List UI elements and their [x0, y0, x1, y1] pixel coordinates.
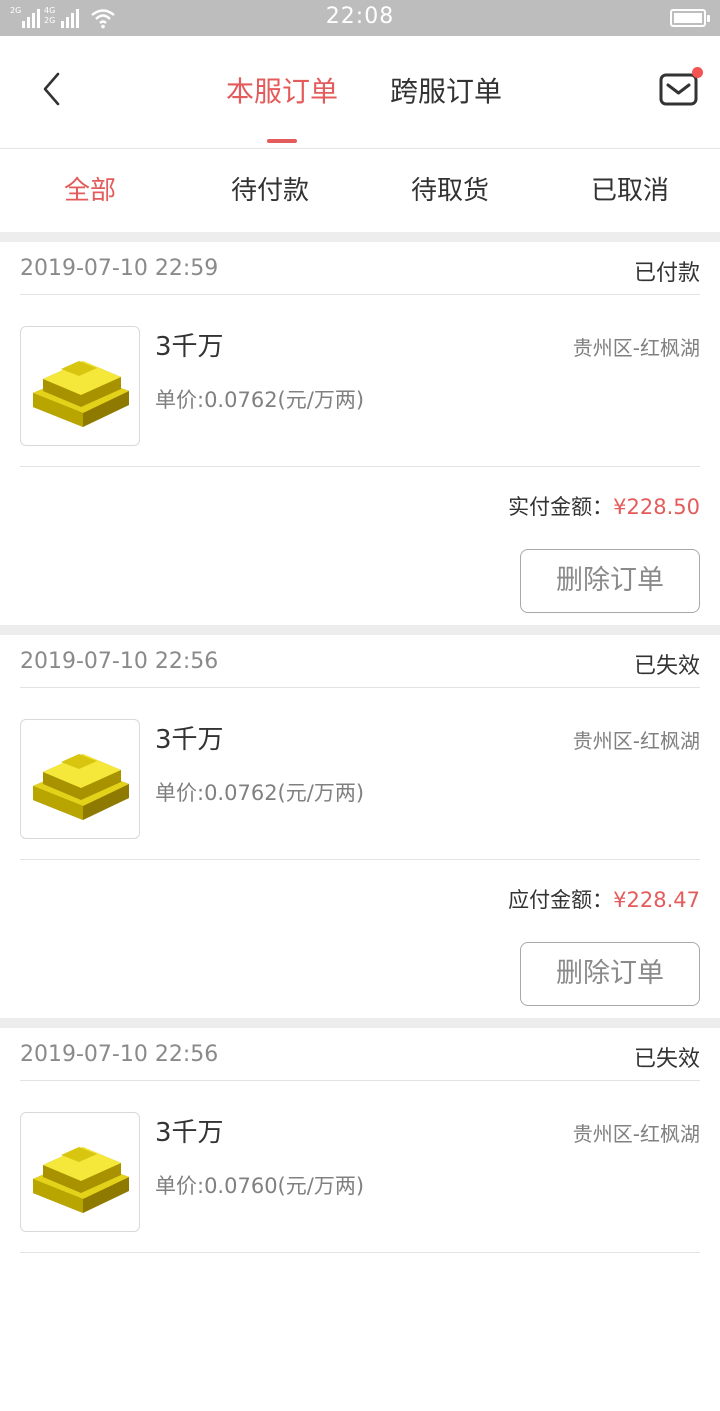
unit-price: 单价:0.0762(元/万两) [155, 388, 365, 412]
product-row[interactable]: 3千万 单价:0.0762(元/万两) 贵州区-红枫湖 [20, 296, 700, 467]
filter-cancelled[interactable]: 已取消 [540, 150, 720, 232]
mail-icon [659, 73, 698, 106]
product-image [20, 719, 140, 839]
gold-bars-icon [33, 754, 129, 820]
amount-label: 应付金额： [508, 888, 614, 912]
unit-price: 单价:0.0762(元/万两) [155, 781, 365, 805]
order-card: 2019-07-10 22:59 已付款 3千万 单价:0.0762(元/万两)… [0, 232, 720, 625]
filter-all[interactable]: 全部 [0, 150, 180, 232]
product-name: 3千万 [155, 332, 224, 362]
order-status: 已付款 [633, 261, 700, 286]
order-list: 2019-07-10 22:59 已付款 3千万 单价:0.0762(元/万两)… [0, 232, 720, 1411]
product-image [20, 1112, 140, 1232]
order-card: 2019-07-10 22:56 已失效 3千万 单价:0.0760(元/万两)… [0, 1018, 720, 1411]
server-name: 贵州区-红枫湖 [572, 729, 700, 753]
product-name: 3千万 [155, 725, 224, 755]
amount-row: 实付金额：¥228.50 [508, 491, 700, 521]
chevron-left-icon [43, 72, 60, 106]
order-header: 2019-07-10 22:59 已付款 [20, 242, 700, 295]
status-bar: 2G 4G 2G 22:08 [0, 0, 720, 36]
filter-tabs: 全部 待付款 待取货 已取消 [0, 150, 720, 232]
filter-pending-payment[interactable]: 待付款 [180, 150, 360, 232]
amount-row: 应付金额：¥228.47 [508, 884, 700, 914]
active-tab-indicator [267, 139, 297, 143]
order-time: 2019-07-10 22:56 [20, 649, 219, 674]
amount-value: ¥228.50 [613, 495, 700, 519]
delete-order-button[interactable]: 删除订单 [520, 549, 700, 613]
filter-pending-pickup[interactable]: 待取货 [360, 150, 540, 232]
delete-order-button[interactable]: 删除订单 [520, 942, 700, 1006]
order-time: 2019-07-10 22:59 [20, 256, 219, 281]
gold-bars-icon [33, 361, 129, 427]
battery-icon [670, 9, 710, 27]
order-header: 2019-07-10 22:56 已失效 [20, 1028, 700, 1081]
product-name: 3千万 [155, 1118, 224, 1148]
product-row[interactable]: 3千万 单价:0.0762(元/万两) 贵州区-红枫湖 [20, 689, 700, 860]
order-card: 2019-07-10 22:56 已失效 3千万 单价:0.0762(元/万两)… [0, 625, 720, 1018]
product-row[interactable]: 3千万 单价:0.0760(元/万两) 贵州区-红枫湖 [20, 1082, 700, 1253]
tab-cross-server-orders[interactable]: 跨服订单 [390, 74, 502, 110]
order-status: 已失效 [633, 1047, 700, 1072]
unit-price: 单价:0.0760(元/万两) [155, 1174, 365, 1198]
tab-local-orders[interactable]: 本服订单 [226, 74, 338, 110]
server-name: 贵州区-红枫湖 [572, 1122, 700, 1146]
clock: 22:08 [325, 4, 395, 29]
messages-button[interactable] [658, 72, 700, 108]
order-header: 2019-07-10 22:56 已失效 [20, 635, 700, 688]
order-status: 已失效 [633, 654, 700, 679]
amount-value: ¥228.47 [613, 888, 700, 912]
unread-dot [692, 67, 703, 78]
gold-bars-icon [33, 1147, 129, 1213]
back-button[interactable] [30, 66, 76, 112]
amount-label: 实付金额： [508, 495, 614, 519]
product-image [20, 326, 140, 446]
order-time: 2019-07-10 22:56 [20, 1042, 219, 1067]
server-name: 贵州区-红枫湖 [572, 336, 700, 360]
top-nav: 本服订单 跨服订单 [0, 36, 720, 149]
